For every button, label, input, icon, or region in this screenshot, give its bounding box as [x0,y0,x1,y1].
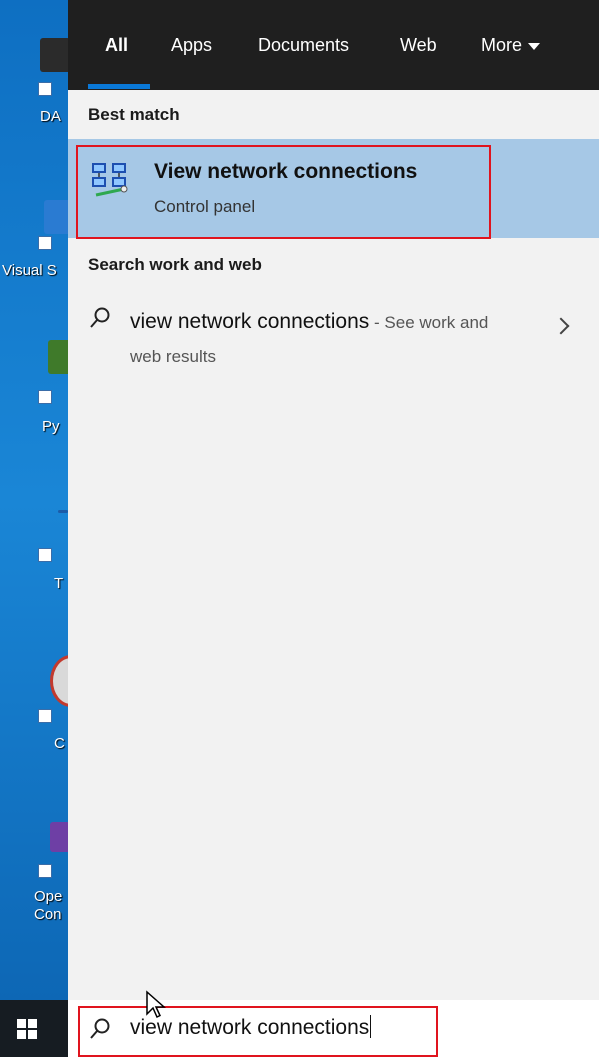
shortcut-arrow-icon [38,82,52,96]
desktop-shortcut-label: T [54,575,64,592]
annotation-highlight-box [78,1006,438,1057]
search-web-header: Search work and web [88,255,262,274]
mouse-pointer-icon [146,990,166,1019]
desktop-shortcut-label: DA [40,108,61,125]
tab-more[interactable]: More [481,35,541,56]
annotation-highlight-box [76,145,491,239]
desktop-shortcut-label: Ope Con [34,888,63,923]
app-icon [58,510,68,513]
tab-selected-indicator [88,84,150,89]
best-match-header: Best match [88,105,180,124]
app-icon [44,200,68,234]
desktop-shortcut-label: C [54,735,65,752]
shortcut-arrow-icon [38,390,52,404]
start-search-panel: All Apps Documents Web More Best match V… [68,0,599,1000]
shortcut-arrow-icon [38,236,52,250]
search-filter-tabs: All Apps Documents Web More [68,0,599,90]
tab-all[interactable]: All [105,35,128,56]
dropdown-caret-icon [528,42,541,50]
shortcut-arrow-icon [38,709,52,723]
shortcut-arrow-icon [38,864,52,878]
tab-web[interactable]: Web [400,35,437,56]
desktop-shortcut-label: Visual S [2,262,57,279]
desktop: DA Visual S Py T C Ope Con [0,0,68,1000]
tab-apps[interactable]: Apps [171,35,212,56]
windows-logo-icon[interactable] [17,1019,37,1039]
app-icon [48,340,68,374]
web-result-query: view network connections [130,310,370,333]
web-search-result[interactable]: view network connections - See work and … [68,298,599,378]
shortcut-arrow-icon [38,548,52,562]
taskbar: view network connections [0,1000,599,1057]
search-icon [90,307,110,328]
chevron-right-icon[interactable] [552,317,570,335]
web-result-text: view network connections - See work and … [130,305,510,373]
app-icon [50,655,68,707]
app-icon [50,822,68,852]
tab-more-label: More [481,35,523,55]
desktop-shortcut-label: Py [42,418,60,435]
app-icon [40,38,68,72]
tab-documents[interactable]: Documents [258,35,349,56]
